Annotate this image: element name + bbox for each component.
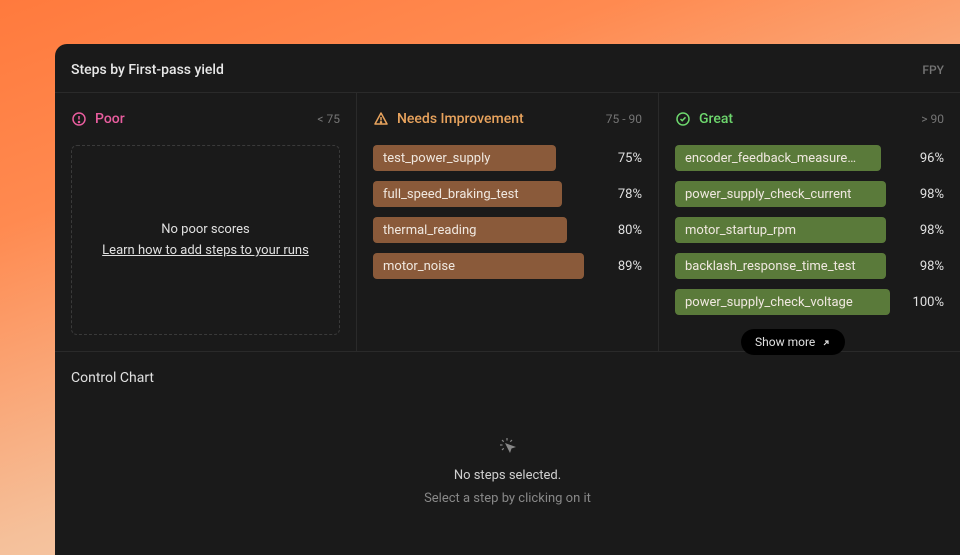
step-value: 100%: [902, 295, 944, 310]
control-empty-line1: No steps selected.: [454, 468, 561, 483]
step-bar-wrap: encoder_feedback_measure…: [675, 145, 890, 171]
column-great: Great > 90 encoder_feedback_measure… 96% p…: [659, 93, 960, 351]
alert-triangle-icon: [373, 111, 389, 127]
step-bar: thermal_reading: [373, 217, 567, 243]
step-bar: motor_startup_rpm: [675, 217, 886, 243]
step-value: 98%: [902, 223, 944, 238]
control-empty-line2: Select a step by clicking on it: [424, 491, 591, 506]
step-bar: motor_noise: [373, 253, 584, 279]
step-bar-wrap: test_power_supply: [373, 145, 588, 171]
poor-empty-title: No poor scores: [161, 222, 250, 237]
great-step-list: encoder_feedback_measure… 96% power_supply…: [675, 145, 944, 315]
step-bar: power_supply_check_voltage: [675, 289, 890, 315]
alert-circle-icon: [71, 111, 87, 127]
step-row[interactable]: motor_noise 89%: [373, 253, 642, 279]
step-bar-wrap: power_supply_check_voltage: [675, 289, 890, 315]
column-needs-header: Needs Improvement 75 - 90: [373, 111, 642, 127]
step-bar-wrap: thermal_reading: [373, 217, 588, 243]
step-row[interactable]: full_speed_braking_test 78%: [373, 181, 642, 207]
column-poor-label: Poor: [95, 111, 125, 127]
step-bar: test_power_supply: [373, 145, 556, 171]
needs-step-list: test_power_supply 75% full_speed_braking_t…: [373, 145, 642, 279]
column-needs: Needs Improvement 75 - 90 test_power_sup…: [357, 93, 659, 351]
step-bar-wrap: motor_noise: [373, 253, 588, 279]
step-bar-wrap: backlash_response_time_test: [675, 253, 890, 279]
learn-how-link[interactable]: Learn how to add steps to your runs: [102, 243, 309, 258]
column-needs-title-wrap: Needs Improvement: [373, 111, 524, 127]
step-row[interactable]: power_supply_check_voltage 100%: [675, 289, 944, 315]
step-bar: backlash_response_time_test: [675, 253, 886, 279]
step-row[interactable]: test_power_supply 75%: [373, 145, 642, 171]
column-needs-range: 75 - 90: [606, 112, 642, 126]
step-value: 80%: [600, 223, 642, 238]
step-bar: encoder_feedback_measure…: [675, 145, 881, 171]
show-more-button[interactable]: Show more: [741, 329, 845, 355]
step-value: 75%: [600, 151, 642, 166]
step-value: 78%: [600, 187, 642, 202]
panel-badge: FPY: [922, 63, 944, 77]
column-needs-label: Needs Improvement: [397, 111, 524, 127]
column-poor-header: Poor < 75: [71, 111, 340, 127]
step-bar: full_speed_braking_test: [373, 181, 562, 207]
control-chart-section: Control Chart No steps selected. Select …: [55, 351, 960, 524]
step-value: 98%: [902, 259, 944, 274]
poor-empty-box: No poor scores Learn how to add steps to…: [71, 145, 340, 335]
step-row[interactable]: encoder_feedback_measure… 96%: [675, 145, 944, 171]
step-value: 96%: [902, 151, 944, 166]
columns: Poor < 75 No poor scores Learn how to ad…: [55, 93, 960, 351]
panel-title: Steps by First-pass yield: [71, 62, 224, 78]
column-great-title-wrap: Great: [675, 111, 733, 127]
control-chart-title: Control Chart: [71, 370, 944, 386]
panel-header: Steps by First-pass yield FPY: [55, 44, 960, 93]
check-circle-icon: [675, 111, 691, 127]
step-value: 89%: [600, 259, 642, 274]
step-row[interactable]: motor_startup_rpm 98%: [675, 217, 944, 243]
step-row[interactable]: backlash_response_time_test 98%: [675, 253, 944, 279]
column-poor: Poor < 75 No poor scores Learn how to ad…: [55, 93, 357, 351]
column-poor-range: < 75: [317, 112, 340, 126]
cursor-click-icon: [498, 436, 518, 456]
column-great-label: Great: [699, 111, 733, 127]
column-great-range: > 90: [921, 112, 944, 126]
step-row[interactable]: thermal_reading 80%: [373, 217, 642, 243]
step-row[interactable]: power_supply_check_current 98%: [675, 181, 944, 207]
column-poor-title-wrap: Poor: [71, 111, 125, 127]
step-bar-wrap: power_supply_check_current: [675, 181, 890, 207]
show-more-label: Show more: [755, 335, 815, 349]
arrow-up-right-icon: [821, 337, 831, 347]
fpy-panel: Steps by First-pass yield FPY Poor < 75: [55, 44, 960, 555]
step-bar: power_supply_check_current: [675, 181, 886, 207]
control-chart-empty: No steps selected. Select a step by clic…: [71, 436, 944, 506]
step-value: 98%: [902, 187, 944, 202]
step-bar-wrap: full_speed_braking_test: [373, 181, 588, 207]
column-great-header: Great > 90: [675, 111, 944, 127]
step-bar-wrap: motor_startup_rpm: [675, 217, 890, 243]
